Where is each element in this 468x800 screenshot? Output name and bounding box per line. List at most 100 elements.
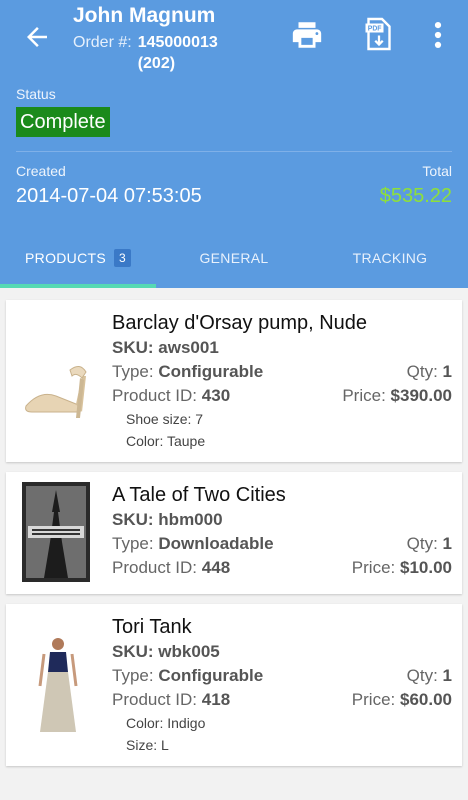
product-option: Color: Taupe [126, 433, 206, 449]
qty-value: 1 [442, 534, 452, 553]
created-section: Created 2014-07-04 07:53:05 [16, 163, 202, 208]
product-image-tank [10, 636, 106, 734]
order-number: 145000013 (202) [138, 32, 218, 74]
tab-tracking-label: TRACKING [352, 250, 428, 266]
qty-value: 1 [442, 666, 452, 685]
order-number-value: 145000013 [137, 34, 218, 51]
product-info: A Tale of Two Cities SKU: hbm000 Type: D… [112, 472, 462, 580]
status-section: Status Complete [16, 86, 110, 137]
type-label: Type: [112, 534, 154, 553]
pdf-download-icon[interactable]: PDF [361, 16, 397, 52]
product-price: Price: $10.00 [352, 556, 452, 580]
sku-value: wbk005 [158, 642, 220, 661]
tab-general-label: GENERAL [199, 250, 269, 266]
qty-label: Qty: [406, 362, 438, 381]
tab-general[interactable]: GENERAL [156, 228, 312, 288]
arrow-left-icon[interactable] [22, 22, 52, 52]
qty-label: Qty: [406, 534, 438, 553]
product-qty: Qty: 1 [407, 360, 452, 384]
printer-icon[interactable] [290, 18, 324, 52]
product-id: Product ID: 448 [112, 556, 230, 580]
product-option: Color: Indigo [126, 715, 206, 731]
app-bar: John Magnum Order #: 145000013 (202) PDF [0, 0, 468, 86]
product-price: Price: $60.00 [352, 688, 452, 712]
id-price-row: Product ID: 430 Price: $390.00 [112, 384, 452, 408]
divider [16, 151, 452, 152]
price-value: $10.00 [400, 558, 452, 577]
product-card[interactable]: Tori Tank SKU: wbk005 Type: Configurable… [6, 604, 462, 766]
type-value: Downloadable [158, 534, 274, 553]
product-sku: SKU: wbk005 [112, 640, 452, 664]
product-sku: SKU: hbm000 [112, 508, 452, 532]
id-price-row: Product ID: 448 Price: $10.00 [112, 556, 452, 580]
tab-products[interactable]: PRODUCTS 3 [0, 228, 156, 288]
id-label: Product ID: [112, 558, 198, 577]
product-option: Shoe size: 7 [126, 411, 204, 427]
more-vert-icon[interactable] [428, 18, 448, 52]
product-id: Product ID: 430 [112, 384, 230, 408]
sku-label: SKU: [112, 642, 154, 661]
product-card[interactable]: A Tale of Two Cities SKU: hbm000 Type: D… [6, 472, 462, 594]
product-card[interactable]: Barclay d'Orsay pump, Nude SKU: aws001 T… [6, 300, 462, 462]
price-label: Price: [351, 558, 396, 577]
title-block: John Magnum Order #: 145000013 (202) [73, 4, 273, 74]
type-label: Type: [112, 666, 154, 685]
created-label: Created [16, 163, 66, 179]
product-name: A Tale of Two Cities [112, 484, 286, 506]
sku-label: SKU: [112, 510, 154, 529]
id-value: 430 [201, 386, 231, 405]
type-qty-row: Type: Downloadable Qty: 1 [112, 532, 452, 556]
price-label: Price: [351, 690, 396, 709]
price-value: $60.00 [400, 690, 452, 709]
product-sku: SKU: aws001 [112, 336, 452, 360]
id-label: Product ID: [112, 386, 198, 405]
product-image-book [22, 482, 90, 582]
product-id: Product ID: 418 [112, 688, 230, 712]
created-value: 2014-07-04 07:53:05 [16, 185, 202, 207]
sku-label: SKU: [112, 338, 154, 357]
type-value: Configurable [158, 362, 264, 381]
id-price-row: Product ID: 418 Price: $60.00 [112, 688, 452, 712]
total-label: Total [422, 163, 452, 179]
qty-label: Qty: [406, 666, 438, 685]
svg-text:PDF: PDF [368, 25, 382, 32]
tab-products-label: PRODUCTS [25, 250, 106, 266]
product-price: Price: $390.00 [342, 384, 452, 408]
type-qty-row: Type: Configurable Qty: 1 [112, 664, 452, 688]
id-value: 448 [201, 558, 231, 577]
status-badge: Complete [16, 107, 110, 137]
product-type: Type: Configurable [112, 664, 263, 688]
sku-value: aws001 [158, 338, 219, 357]
product-image-shoe [10, 332, 106, 430]
order-label: Order #: [73, 34, 132, 51]
id-value: 418 [201, 690, 231, 709]
tab-products-count: 3 [113, 249, 131, 267]
total-section: Total $535.22 [380, 163, 452, 208]
product-qty: Qty: 1 [407, 664, 452, 688]
price-label: Price: [342, 386, 386, 405]
product-name: Barclay d'Orsay pump, Nude [112, 312, 368, 334]
product-list: Barclay d'Orsay pump, Nude SKU: aws001 T… [0, 288, 468, 766]
type-value: Configurable [158, 666, 264, 685]
qty-value: 1 [442, 362, 452, 381]
status-label: Status [16, 86, 56, 102]
tab-bar: PRODUCTS 3 GENERAL TRACKING [0, 228, 468, 288]
product-option: Size: L [126, 737, 169, 753]
order-line: Order #: 145000013 (202) [73, 32, 273, 74]
id-label: Product ID: [112, 690, 198, 709]
product-type: Type: Downloadable [112, 532, 274, 556]
price-value: $390.00 [390, 386, 452, 405]
customer-name: John Magnum [73, 4, 216, 27]
order-number-suffix: (202) [137, 55, 176, 72]
tab-tracking[interactable]: TRACKING [312, 228, 468, 288]
product-info: Tori Tank SKU: wbk005 Type: Configurable… [112, 604, 462, 756]
product-qty: Qty: 1 [407, 532, 452, 556]
order-header: John Magnum Order #: 145000013 (202) PDF [0, 0, 468, 288]
total-value: $535.22 [379, 185, 452, 207]
product-info: Barclay d'Orsay pump, Nude SKU: aws001 T… [112, 300, 462, 452]
product-name: Tori Tank [112, 616, 192, 638]
type-qty-row: Type: Configurable Qty: 1 [112, 360, 452, 384]
type-label: Type: [112, 362, 154, 381]
sku-value: hbm000 [158, 510, 223, 529]
product-type: Type: Configurable [112, 360, 263, 384]
